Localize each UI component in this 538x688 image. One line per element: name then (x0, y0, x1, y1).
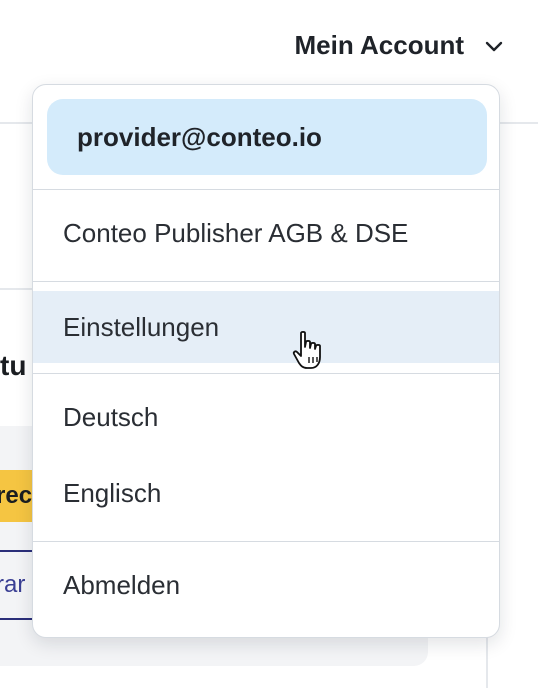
account-label: Mein Account (294, 30, 464, 60)
menu-divider (33, 373, 499, 374)
menu-item-terms[interactable]: Conteo Publisher AGB & DSE (33, 197, 499, 269)
menu-divider (33, 189, 499, 190)
hand-pointer-icon (292, 330, 321, 369)
menu-divider (33, 281, 499, 282)
menu-item-settings[interactable]: Einstellungen (33, 291, 499, 363)
menu-item-german[interactable]: Deutsch (33, 381, 499, 453)
menu-divider (33, 541, 499, 542)
account-menu-button[interactable]: Mein Account (295, 30, 506, 61)
menu-item-english[interactable]: Englisch (33, 457, 499, 529)
account-email: provider@conteo.io (47, 99, 487, 175)
menu-item-logout[interactable]: Abmelden (33, 549, 499, 621)
chevron-down-icon (485, 41, 503, 51)
account-dropdown-menu: provider@conteo.io Conteo Publisher AGB … (32, 84, 500, 638)
